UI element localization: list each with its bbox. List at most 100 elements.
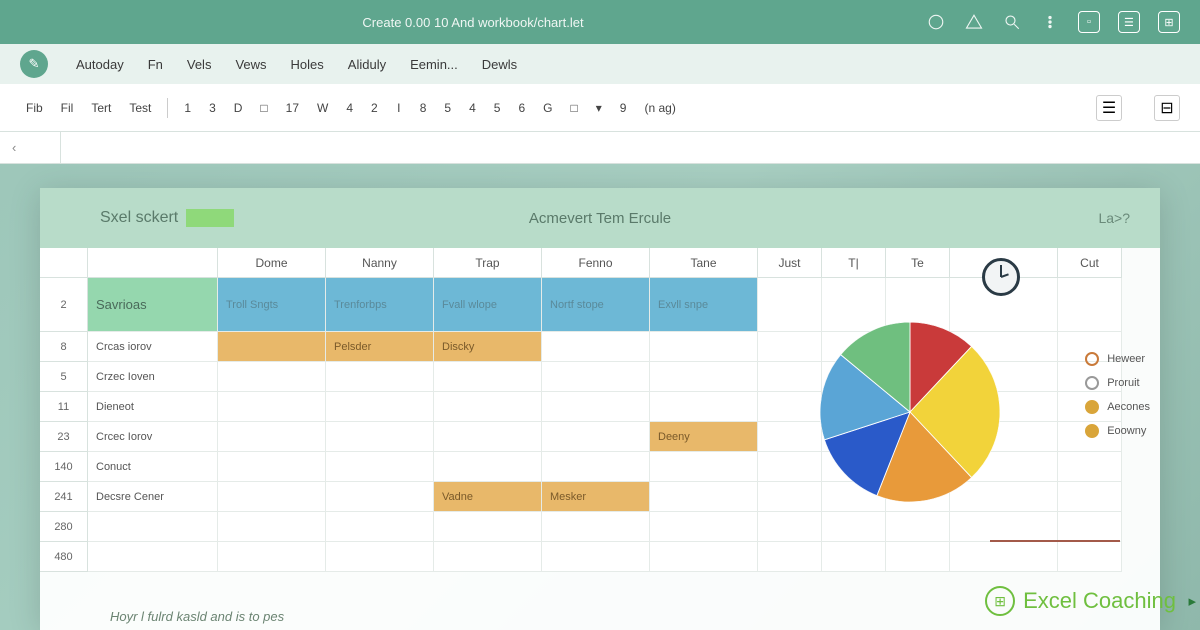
cell[interactable] [542,512,650,542]
row-header[interactable]: 480 [40,542,88,572]
row-label[interactable]: Savrioas [88,278,218,332]
cell[interactable]: Nortf stope [542,278,650,332]
cell[interactable] [434,512,542,542]
tool-btn[interactable]: D [228,97,249,119]
cell[interactable]: Trenforbps [326,278,434,332]
cell[interactable] [434,542,542,572]
tool-btn[interactable]: 3 [203,97,222,119]
menu-vews[interactable]: Vews [225,51,276,78]
cell[interactable] [542,362,650,392]
cell[interactable] [326,362,434,392]
cell[interactable] [218,482,326,512]
menu-dewls[interactable]: Dewls [472,51,527,78]
cell[interactable] [218,362,326,392]
row-label[interactable]: Decsre Cener [88,482,218,512]
tool-btn[interactable]: 9 [614,97,633,119]
cell[interactable] [758,542,822,572]
tool-btn[interactable]: 2 [365,97,384,119]
row-header[interactable]: 5 [40,362,88,392]
tool-btn[interactable]: 6 [512,97,531,119]
tool-btn[interactable]: 4 [340,97,359,119]
row-label[interactable]: Conuct [88,452,218,482]
formula-input[interactable] [61,132,1200,163]
cell[interactable]: Pelsder [326,332,434,362]
row-header[interactable]: 8 [40,332,88,362]
cell[interactable] [218,422,326,452]
cell[interactable] [650,452,758,482]
tool-btn[interactable]: Tert [85,97,117,119]
tool-btn[interactable]: 1 [178,97,197,119]
column-header[interactable]: Trap [434,248,542,278]
cell[interactable] [650,542,758,572]
cell[interactable] [758,482,822,512]
column-header[interactable]: Dome [218,248,326,278]
cell[interactable] [758,332,822,362]
tool-btn[interactable]: 5 [488,97,507,119]
pie-chart[interactable] [820,322,1000,502]
cell[interactable]: Mesker [542,482,650,512]
cell[interactable] [650,512,758,542]
corner-cell[interactable] [40,248,88,278]
cell[interactable] [434,422,542,452]
cell[interactable] [542,422,650,452]
menu-holes[interactable]: Holes [281,51,334,78]
cell[interactable] [758,422,822,452]
cell[interactable] [542,542,650,572]
tool-btn[interactable]: G [537,97,558,119]
tool-btn[interactable]: □ [254,97,273,119]
cell[interactable] [650,482,758,512]
cell[interactable]: Troll Sngts [218,278,326,332]
cell[interactable] [758,362,822,392]
row-header[interactable]: 140 [40,452,88,482]
tool-btn[interactable]: Fib [20,97,49,119]
cell[interactable] [650,332,758,362]
cell[interactable] [218,542,326,572]
row-label[interactable]: Crcas iorov [88,332,218,362]
cell[interactable] [218,512,326,542]
row-header[interactable]: 23 [40,422,88,452]
search-icon[interactable] [1002,12,1022,32]
cell[interactable] [650,392,758,422]
cell[interactable] [822,542,886,572]
box1-icon[interactable]: ▫ [1078,11,1100,33]
row-label[interactable]: Crcec Iorov [88,422,218,452]
cell[interactable] [326,482,434,512]
circle-icon[interactable] [926,12,946,32]
cell-reference[interactable]: ‹ [0,140,60,155]
menu-aliduly[interactable]: Aliduly [338,51,396,78]
cell[interactable] [758,512,822,542]
column-header[interactable]: Nanny [326,248,434,278]
box3-icon[interactable]: ⊞ [1158,11,1180,33]
tool-btn[interactable]: ▾ [590,97,608,119]
cell[interactable] [542,392,650,422]
tool-btn[interactable]: 8 [414,97,433,119]
row-header[interactable]: 2 [40,278,88,332]
row-label[interactable] [88,512,218,542]
row-header[interactable]: 241 [40,482,88,512]
cell[interactable] [434,392,542,422]
cell[interactable] [758,278,822,332]
cell[interactable] [650,362,758,392]
cell[interactable]: Exvll snpe [650,278,758,332]
row-header[interactable]: 11 [40,392,88,422]
tool-btn[interactable]: 17 [280,97,305,119]
column-header[interactable]: Fenno [542,248,650,278]
cell[interactable] [542,452,650,482]
tool-btn[interactable]: I [390,97,408,119]
cell[interactable] [218,392,326,422]
warning-icon[interactable] [964,12,984,32]
cell[interactable] [434,452,542,482]
cell[interactable] [434,362,542,392]
row-header[interactable]: 280 [40,512,88,542]
cell[interactable] [1058,542,1122,572]
cell[interactable] [326,512,434,542]
row-label[interactable]: Dieneot [88,392,218,422]
menu-autoday[interactable]: Autoday [66,51,134,78]
tool-btn[interactable]: 4 [463,97,482,119]
row-label[interactable]: Crzec Ioven [88,362,218,392]
cell[interactable] [326,392,434,422]
cell[interactable] [218,452,326,482]
cell[interactable] [326,422,434,452]
tool-btn[interactable]: (n ag) [638,97,681,119]
sheet-title-right[interactable]: La>? [1098,210,1130,226]
